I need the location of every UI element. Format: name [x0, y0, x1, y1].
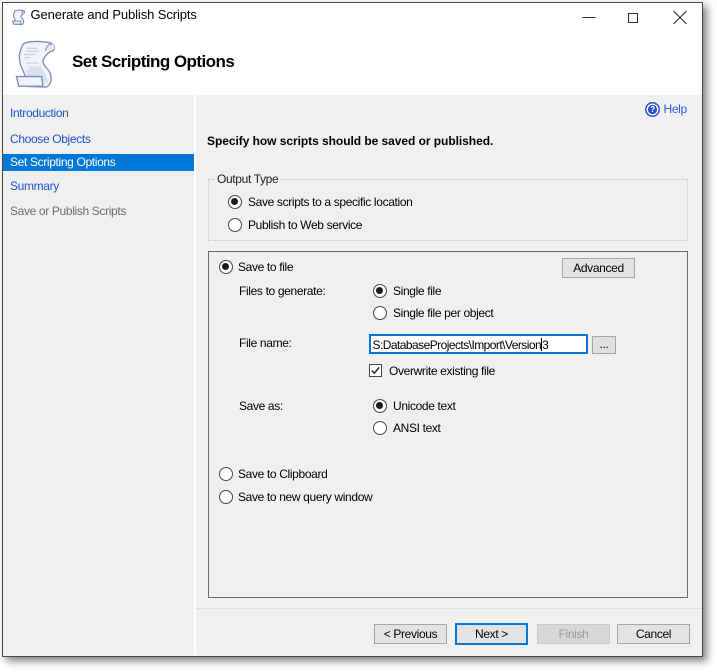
svg-text:?: ?	[650, 105, 655, 114]
